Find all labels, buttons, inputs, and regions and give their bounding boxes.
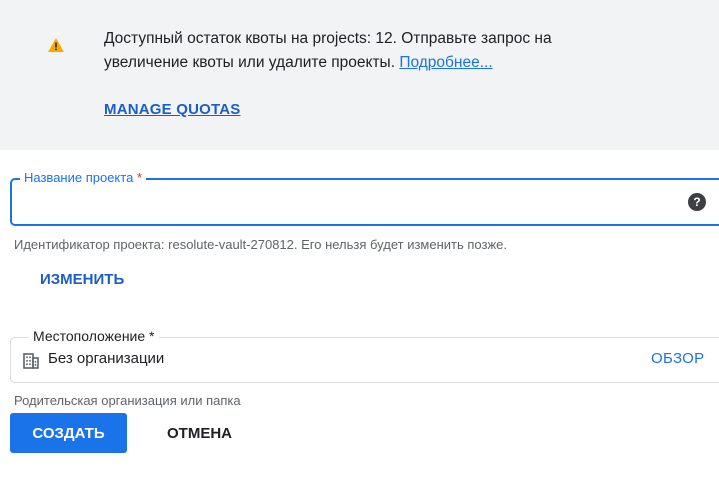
- location-label: Местоположение *: [29, 327, 159, 345]
- quota-message-line2: увеличение квоты или удалите проекты. По…: [104, 51, 704, 75]
- project-name-field[interactable]: Название проекта *: [10, 169, 719, 226]
- help-icon[interactable]: ?: [688, 193, 706, 211]
- quota-message-line2-text: увеличение квоты или удалите проекты.: [104, 54, 396, 71]
- project-id-hint: Идентификатор проекта: resolute-vault-27…: [14, 237, 507, 252]
- cancel-button[interactable]: ОТМЕНА: [152, 413, 247, 453]
- manage-quotas-link[interactable]: MANAGE QUOTAS: [104, 101, 241, 118]
- building-icon: [23, 353, 39, 369]
- change-project-id-button[interactable]: ИЗМЕНИТЬ: [40, 271, 124, 288]
- quota-warning-banner: Доступный остаток квоты на projects: 12.…: [0, 0, 719, 150]
- project-name-label: Название проекта *: [20, 169, 146, 187]
- location-field[interactable]: Местоположение * Без организации ОБЗОР: [10, 327, 719, 383]
- project-name-input[interactable]: [22, 190, 682, 216]
- warning-icon: [48, 38, 64, 52]
- learn-more-link[interactable]: Подробнее...: [399, 54, 492, 71]
- project-name-label-text: Название проекта: [24, 170, 134, 185]
- quota-message-line1: Доступный остаток квоты на projects: 12.…: [104, 30, 552, 47]
- create-button[interactable]: СОЗДАТЬ: [10, 413, 127, 453]
- required-mark: *: [136, 170, 142, 185]
- location-value: Без организации: [48, 350, 165, 367]
- quota-message: Доступный остаток квоты на projects: 12.…: [104, 27, 704, 75]
- browse-button[interactable]: ОБЗОР: [651, 350, 704, 367]
- location-hint: Родительская организация или папка: [14, 393, 241, 408]
